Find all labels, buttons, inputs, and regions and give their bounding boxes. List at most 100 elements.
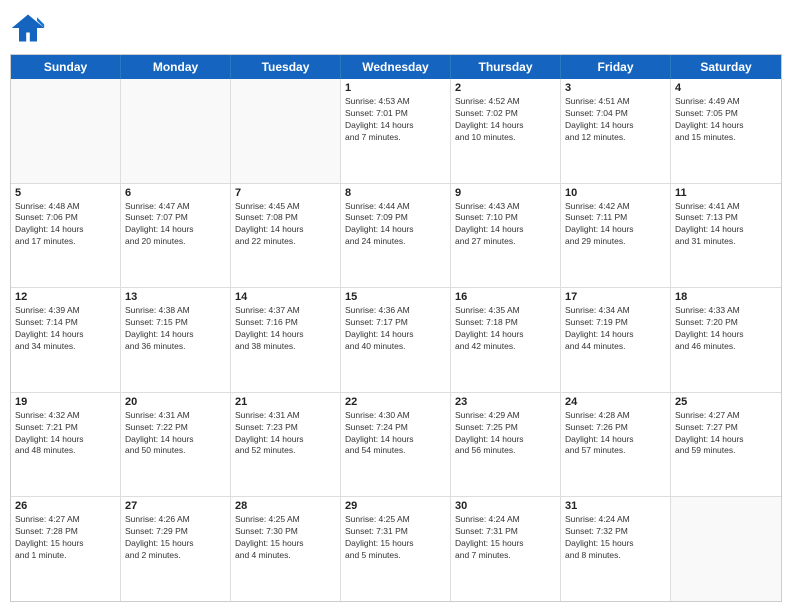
- day-number: 1: [345, 82, 446, 94]
- cell-info-line: Sunset: 7:04 PM: [565, 108, 666, 120]
- cell-info-line: Daylight: 14 hours: [455, 329, 556, 341]
- cell-info-line: and 12 minutes.: [565, 132, 666, 144]
- cell-info-line: and 36 minutes.: [125, 341, 226, 353]
- cell-info-line: Sunrise: 4:31 AM: [235, 410, 336, 422]
- day-number: 7: [235, 187, 336, 199]
- header-day-saturday: Saturday: [671, 55, 781, 79]
- cell-info-line: Daylight: 14 hours: [675, 224, 777, 236]
- cell-info-line: Sunset: 7:16 PM: [235, 317, 336, 329]
- day-number: 21: [235, 396, 336, 408]
- cal-cell-r0-c5: 3Sunrise: 4:51 AMSunset: 7:04 PMDaylight…: [561, 79, 671, 183]
- day-number: 17: [565, 291, 666, 303]
- cell-info-line: Sunset: 7:10 PM: [455, 212, 556, 224]
- cell-info-line: Daylight: 14 hours: [125, 329, 226, 341]
- cal-cell-r2-c1: 13 Sunrise: 4:38 AMSunset: 7:15 PMDayligh…: [121, 288, 231, 392]
- cell-info-line: Daylight: 14 hours: [345, 329, 446, 341]
- cell-info-line: Daylight: 15 hours: [15, 538, 116, 550]
- cell-info-line: and 7 minutes.: [455, 550, 556, 562]
- calendar: SundayMondayTuesdayWednesdayThursdayFrid…: [10, 54, 782, 602]
- cell-info-line: and 17 minutes.: [15, 236, 116, 248]
- cell-info-line: Daylight: 14 hours: [565, 224, 666, 236]
- cell-info-line: and 31 minutes.: [675, 236, 777, 248]
- day-number: 10: [565, 187, 666, 199]
- cell-info-line: and 1 minute.: [15, 550, 116, 562]
- cell-info-line: Sunset: 7:06 PM: [15, 212, 116, 224]
- cal-cell-r3-c2: 21Sunrise: 4:31 AMSunset: 7:23 PMDayligh…: [231, 393, 341, 497]
- cell-info-line: Sunrise: 4:37 AM: [235, 305, 336, 317]
- header-day-sunday: Sunday: [11, 55, 121, 79]
- calendar-row-0: 1Sunrise: 4:53 AMSunset: 7:01 PMDaylight…: [11, 79, 781, 184]
- cal-cell-r0-c4: 2Sunrise: 4:52 AMSunset: 7:02 PMDaylight…: [451, 79, 561, 183]
- cell-info-line: and 38 minutes.: [235, 341, 336, 353]
- cal-cell-r0-c3: 1Sunrise: 4:53 AMSunset: 7:01 PMDaylight…: [341, 79, 451, 183]
- cell-info-line: Sunrise: 4:32 AM: [15, 410, 116, 422]
- cal-cell-r4-c4: 30Sunrise: 4:24 AMSunset: 7:31 PMDayligh…: [451, 497, 561, 601]
- day-number: 31: [565, 500, 666, 512]
- day-number: 30: [455, 500, 556, 512]
- day-number: 29: [345, 500, 446, 512]
- cal-cell-r4-c0: 26Sunrise: 4:27 AMSunset: 7:28 PMDayligh…: [11, 497, 121, 601]
- cell-info-line: Daylight: 15 hours: [455, 538, 556, 550]
- cell-info-line: Daylight: 15 hours: [565, 538, 666, 550]
- cal-cell-r2-c4: 16Sunrise: 4:35 AMSunset: 7:18 PMDayligh…: [451, 288, 561, 392]
- day-number: 23: [455, 396, 556, 408]
- cal-cell-r0-c1: [121, 79, 231, 183]
- cell-info-line: Sunrise: 4:48 AM: [15, 201, 116, 213]
- cell-info-line: Daylight: 14 hours: [345, 224, 446, 236]
- cal-cell-r1-c4: 9Sunrise: 4:43 AMSunset: 7:10 PMDaylight…: [451, 184, 561, 288]
- cell-info-line: Sunset: 7:11 PM: [565, 212, 666, 224]
- header-day-tuesday: Tuesday: [231, 55, 341, 79]
- cell-info-line: Sunrise: 4:27 AM: [675, 410, 777, 422]
- cell-info-line: Daylight: 14 hours: [15, 434, 116, 446]
- cell-info-line: Daylight: 14 hours: [15, 329, 116, 341]
- cell-info-line: Sunrise: 4:52 AM: [455, 96, 556, 108]
- cell-info-line: and 34 minutes.: [15, 341, 116, 353]
- cell-info-line: Sunrise: 4:27 AM: [15, 514, 116, 526]
- day-number: 24: [565, 396, 666, 408]
- cell-info-line: Daylight: 14 hours: [345, 120, 446, 132]
- cell-info-line: and 27 minutes.: [455, 236, 556, 248]
- cell-info-line: Daylight: 14 hours: [455, 120, 556, 132]
- cell-info-line: and 22 minutes.: [235, 236, 336, 248]
- cell-info-line: and 10 minutes.: [455, 132, 556, 144]
- day-number: 13: [125, 291, 226, 303]
- cell-info-line: Sunrise: 4:42 AM: [565, 201, 666, 213]
- cell-info-line: Sunrise: 4:38 AM: [125, 305, 226, 317]
- cell-info-line: Sunrise: 4:29 AM: [455, 410, 556, 422]
- day-number: 25: [675, 396, 777, 408]
- cell-info-line: Sunrise: 4:41 AM: [675, 201, 777, 213]
- cell-info-line: and 59 minutes.: [675, 445, 777, 457]
- day-number: 6: [125, 187, 226, 199]
- cell-info-line: Sunrise: 4:51 AM: [565, 96, 666, 108]
- cell-info-line: and 48 minutes.: [15, 445, 116, 457]
- cal-cell-r2-c5: 17Sunrise: 4:34 AMSunset: 7:19 PMDayligh…: [561, 288, 671, 392]
- cell-info-line: Sunset: 7:24 PM: [345, 422, 446, 434]
- cal-cell-r1-c0: 5Sunrise: 4:48 AMSunset: 7:06 PMDaylight…: [11, 184, 121, 288]
- logo-icon: [10, 10, 46, 46]
- cell-info-line: Sunset: 7:15 PM: [125, 317, 226, 329]
- cell-info-line: and 57 minutes.: [565, 445, 666, 457]
- cell-info-line: and 2 minutes.: [125, 550, 226, 562]
- cell-info-line: and 8 minutes.: [565, 550, 666, 562]
- cell-info-line: Daylight: 14 hours: [675, 434, 777, 446]
- cell-info-line: and 56 minutes.: [455, 445, 556, 457]
- header-day-friday: Friday: [561, 55, 671, 79]
- cell-info-line: Sunrise: 4:53 AM: [345, 96, 446, 108]
- day-number: 22: [345, 396, 446, 408]
- cell-info-line: Sunset: 7:29 PM: [125, 526, 226, 538]
- day-number: 9: [455, 187, 556, 199]
- cell-info-line: Daylight: 15 hours: [235, 538, 336, 550]
- cell-info-line: Sunrise: 4:25 AM: [235, 514, 336, 526]
- cal-cell-r4-c5: 31Sunrise: 4:24 AMSunset: 7:32 PMDayligh…: [561, 497, 671, 601]
- cal-cell-r3-c6: 25Sunrise: 4:27 AMSunset: 7:27 PMDayligh…: [671, 393, 781, 497]
- day-number: 4: [675, 82, 777, 94]
- header-day-thursday: Thursday: [451, 55, 561, 79]
- cell-info-line: and 29 minutes.: [565, 236, 666, 248]
- day-number: 28: [235, 500, 336, 512]
- cell-info-line: Sunset: 7:22 PM: [125, 422, 226, 434]
- cell-info-line: Daylight: 15 hours: [125, 538, 226, 550]
- cell-info-line: Daylight: 14 hours: [565, 329, 666, 341]
- cal-cell-r3-c5: 24Sunrise: 4:28 AMSunset: 7:26 PMDayligh…: [561, 393, 671, 497]
- day-number: 8: [345, 187, 446, 199]
- cell-info-line: Sunset: 7:17 PM: [345, 317, 446, 329]
